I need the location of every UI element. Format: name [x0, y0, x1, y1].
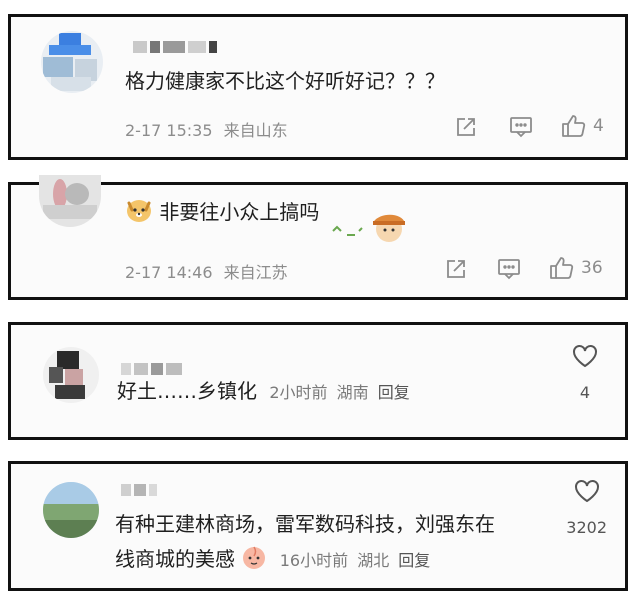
like-count: 4: [579, 383, 591, 402]
location: 来自江苏: [223, 263, 288, 282]
share-button[interactable]: [445, 258, 467, 280]
like-button[interactable]: 4: [561, 114, 604, 138]
username[interactable]: [121, 484, 157, 496]
comment-button[interactable]: [497, 258, 521, 280]
comment-date: 2-17 15:35 来自山东: [125, 117, 288, 141]
farmer-sticker-icon: [329, 205, 419, 245]
comment-body: 线商城的美感: [115, 547, 235, 571]
heart-icon: [571, 343, 599, 373]
like-button[interactable]: 36: [549, 256, 603, 280]
timestamp: 2-17 14:46: [125, 263, 213, 282]
comment-text: 格力健康家不比这个好听好记？？？: [125, 69, 445, 93]
comment-text: 好土……乡镇化 2小时前 湖南 回复: [117, 377, 410, 407]
heart-icon: [573, 478, 601, 508]
location: 湖北: [357, 551, 390, 570]
avatar[interactable]: [41, 31, 103, 93]
like-count: 3202: [566, 518, 607, 537]
timestamp: 2-17 15:35: [125, 121, 213, 140]
comment-icon: [497, 258, 521, 280]
username[interactable]: [121, 363, 182, 375]
avatar[interactable]: [39, 175, 101, 227]
avatar[interactable]: [43, 482, 99, 538]
username[interactable]: [133, 41, 217, 53]
dog-emoji-icon: [125, 197, 153, 230]
timestamp: 16小时前: [279, 551, 349, 570]
thumbs-up-icon: [549, 256, 575, 280]
comment-icon: [509, 116, 533, 138]
comment-text: 有种王建林商场，雷军数码科技，刘强东在: [115, 512, 495, 536]
comment-body: 非要往小众上搞吗: [159, 200, 320, 224]
share-button[interactable]: [455, 116, 477, 138]
reply-button[interactable]: 回复: [378, 383, 410, 402]
reply-button[interactable]: 回复: [398, 551, 430, 570]
comment-date: 2-17 14:46 来自江苏: [125, 259, 288, 283]
avatar[interactable]: [43, 347, 99, 403]
share-icon: [455, 116, 477, 138]
comment-card: 非要往小众上搞吗 2-17 14:46 来自江苏 36: [8, 175, 628, 300]
comment-button[interactable]: [509, 116, 533, 138]
comment-card: 有种王建林商场，雷军数码科技，刘强东在 线商城的美感 16小时前 湖北 回复 3…: [8, 461, 628, 591]
comment-text: 线商城的美感 16小时前 湖北 回复: [115, 544, 430, 577]
location: 湖南: [336, 383, 369, 402]
comment-body: 好土……乡镇化: [117, 379, 257, 403]
peach-emoji-icon: [241, 544, 267, 577]
share-icon: [445, 258, 467, 280]
comment-text: 非要往小众上搞吗: [125, 197, 319, 230]
comment-meta: 16小时前 湖北 回复: [280, 551, 431, 570]
like-count: 36: [581, 258, 603, 278]
thumbs-up-icon: [561, 114, 587, 138]
comment-meta: 2小时前 湖南 回复: [269, 383, 409, 402]
like-button[interactable]: 3202: [566, 478, 607, 537]
timestamp: 2小时前: [269, 383, 328, 402]
comment-card: 好土……乡镇化 2小时前 湖南 回复 4: [8, 322, 628, 440]
location: 来自山东: [223, 121, 288, 140]
comment-card: 格力健康家不比这个好听好记？？？ 2-17 15:35 来自山东 4: [8, 14, 628, 160]
like-button[interactable]: 4: [571, 343, 599, 402]
like-count: 4: [593, 116, 604, 136]
